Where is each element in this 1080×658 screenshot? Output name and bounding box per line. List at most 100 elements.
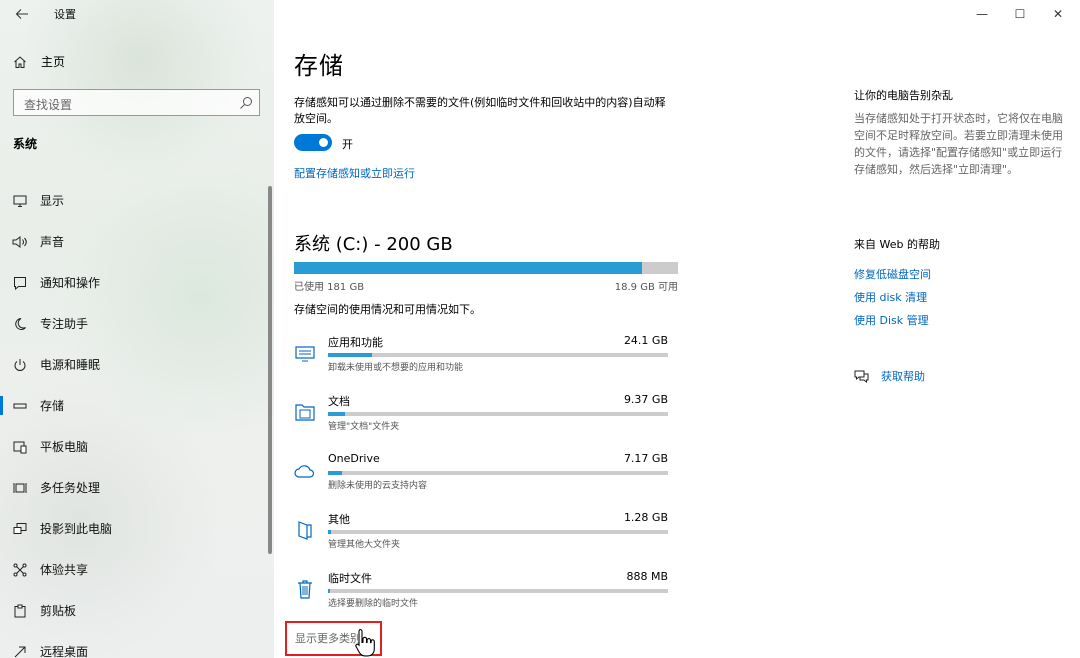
notification-icon [12,275,28,291]
monitor-icon [12,193,28,209]
category-bar [328,530,668,534]
category-bar-fill [328,353,373,357]
category-apps[interactable]: 应用和功能 24.1 GB 卸载未使用或不想要的应用和功能 [294,334,674,384]
toggle-state-label: 开 [342,138,353,151]
section-title: 系统 [13,137,38,151]
sidebar-item-clipboard[interactable]: 剪贴板 [0,590,274,631]
help-link-disk-management[interactable]: 使用 Disk 管理 [854,312,929,328]
category-bar-fill [328,471,342,475]
category-bar-fill [328,530,331,534]
multitask-icon [12,480,28,496]
storage-sense-description: 存储感知可以通过删除不需要的文件(例如临时文件和回收站中的内容)自动释放空间。 [294,96,666,125]
sidebar-item-focus-assist[interactable]: 专注助手 [0,303,274,344]
home-nav[interactable]: 主页 [13,53,65,70]
sidebar-item-label: 投影到此电脑 [40,522,113,536]
sidebar-item-label: 远程桌面 [40,645,89,658]
category-size: 9.37 GB [623,393,668,406]
category-size: 7.17 GB [623,452,668,465]
search-input[interactable]: 查找设置 [13,89,260,116]
apps-icon [295,346,315,362]
get-help-label: 获取帮助 [881,370,925,383]
page-title: 存储 [294,52,344,80]
trash-icon [298,580,312,599]
storage-icon [12,398,28,414]
share-icon [12,562,28,578]
chat-help-icon [854,370,869,383]
sidebar-item-label: 剪贴板 [40,604,77,618]
clipboard-icon [12,603,28,619]
power-icon [12,357,28,373]
sidebar-nav: 显示 声音 通知和操作 专注助手 电源和睡眠 存储 平板电脑 多任务处理 投影到… [0,180,274,658]
available-space-label: 18.9 GB 可用 [614,282,678,293]
help-link-fix-low-disk[interactable]: 修复低磁盘空间 [854,266,931,282]
sidebar-item-remote-desktop[interactable]: 远程桌面 [0,631,274,658]
other-icon [298,521,312,540]
drive-usage-fill [294,262,642,274]
category-size: 24.1 GB [623,334,668,347]
category-documents[interactable]: 文档 9.37 GB 管理"文档"文件夹 [294,393,674,443]
get-help-link[interactable]: 获取帮助 [854,368,925,384]
declutter-text: 当存储感知处于打开状态时，它将仅在电脑空间不足时释放空间。若要立即清理未使用的文… [854,112,1063,176]
category-onedrive[interactable]: OneDrive 7.17 GB 删除未使用的云支持内容 [294,452,674,502]
category-size: 1.28 GB [623,511,668,524]
sidebar-item-label: 显示 [40,194,65,208]
configure-storage-sense-link[interactable]: 配置存储感知或立即运行 [294,165,415,181]
cloud-icon [294,465,315,478]
sidebar-item-label: 平板电脑 [40,440,89,454]
storage-sense-toggle[interactable] [294,134,332,151]
sidebar-item-shared-experiences[interactable]: 体验共享 [0,549,274,590]
sidebar-item-label: 通知和操作 [40,276,101,290]
category-subtitle: 管理其他大文件夹 [328,540,401,550]
category-bar-fill [328,589,331,593]
search-placeholder: 查找设置 [24,98,73,112]
documents-icon [295,404,315,421]
search-icon[interactable] [239,96,253,110]
used-space-label: 已使用 181 GB [294,282,365,293]
close-button[interactable]: ✕ [1046,6,1070,22]
maximize-button[interactable]: ☐ [1008,6,1032,22]
sidebar-item-label: 体验共享 [40,563,89,577]
sidebar-item-sound[interactable]: 声音 [0,221,274,262]
minimize-button[interactable]: — [970,6,994,22]
sidebar-item-notifications[interactable]: 通知和操作 [0,262,274,303]
sidebar-item-tablet[interactable]: 平板电脑 [0,426,274,467]
project-icon [12,521,28,537]
drive-title: 系统 (C:) - 200 GB [294,234,453,255]
category-subtitle: 选择要删除的临时文件 [328,599,419,609]
category-subtitle: 卸载未使用或不想要的应用和功能 [328,363,464,373]
category-bar-fill [328,412,345,416]
category-name: 文档 [328,395,350,408]
hand-cursor-icon [355,628,375,657]
declutter-title: 让你的电脑告别杂乱 [854,89,953,102]
category-name: 临时文件 [328,572,372,585]
sidebar-item-label: 存储 [40,399,65,413]
category-bar [328,412,668,416]
sidebar-item-storage[interactable]: 存储 [0,385,274,426]
category-other[interactable]: 其他 1.28 GB 管理其他大文件夹 [294,511,674,561]
category-size: 888 MB [626,570,668,583]
web-help-title: 来自 Web 的帮助 [854,238,940,251]
sidebar-item-display[interactable]: 显示 [0,180,274,221]
category-name: 应用和功能 [328,336,383,349]
home-icon [14,55,26,68]
sidebar-item-label: 电源和睡眠 [40,358,101,372]
sidebar-scrollbar[interactable] [268,186,272,554]
sidebar-item-label: 声音 [40,235,65,249]
remote-icon [12,644,28,658]
sidebar: 设置 主页 查找设置 系统 显示 声音 通知和操作 专注助手 电源和睡眠 存储 … [0,0,274,658]
home-label: 主页 [41,55,66,69]
sidebar-item-label: 专注助手 [40,317,89,331]
help-link-disk-cleanup[interactable]: 使用 disk 清理 [854,289,927,305]
category-bar [328,589,668,593]
back-arrow-icon[interactable] [12,4,32,24]
drive-usage-bar [294,262,678,274]
sidebar-item-label: 多任务处理 [40,481,101,495]
sidebar-item-multitasking[interactable]: 多任务处理 [0,467,274,508]
sidebar-item-project[interactable]: 投影到此电脑 [0,508,274,549]
category-name: 其他 [328,513,350,526]
sidebar-item-power[interactable]: 电源和睡眠 [0,344,274,385]
category-temp-files[interactable]: 临时文件 888 MB 选择要删除的临时文件 [294,570,674,620]
usage-description: 存储空间的使用情况和可用情况如下。 [294,303,481,316]
category-subtitle: 管理"文档"文件夹 [328,422,400,432]
category-bar [328,353,668,357]
